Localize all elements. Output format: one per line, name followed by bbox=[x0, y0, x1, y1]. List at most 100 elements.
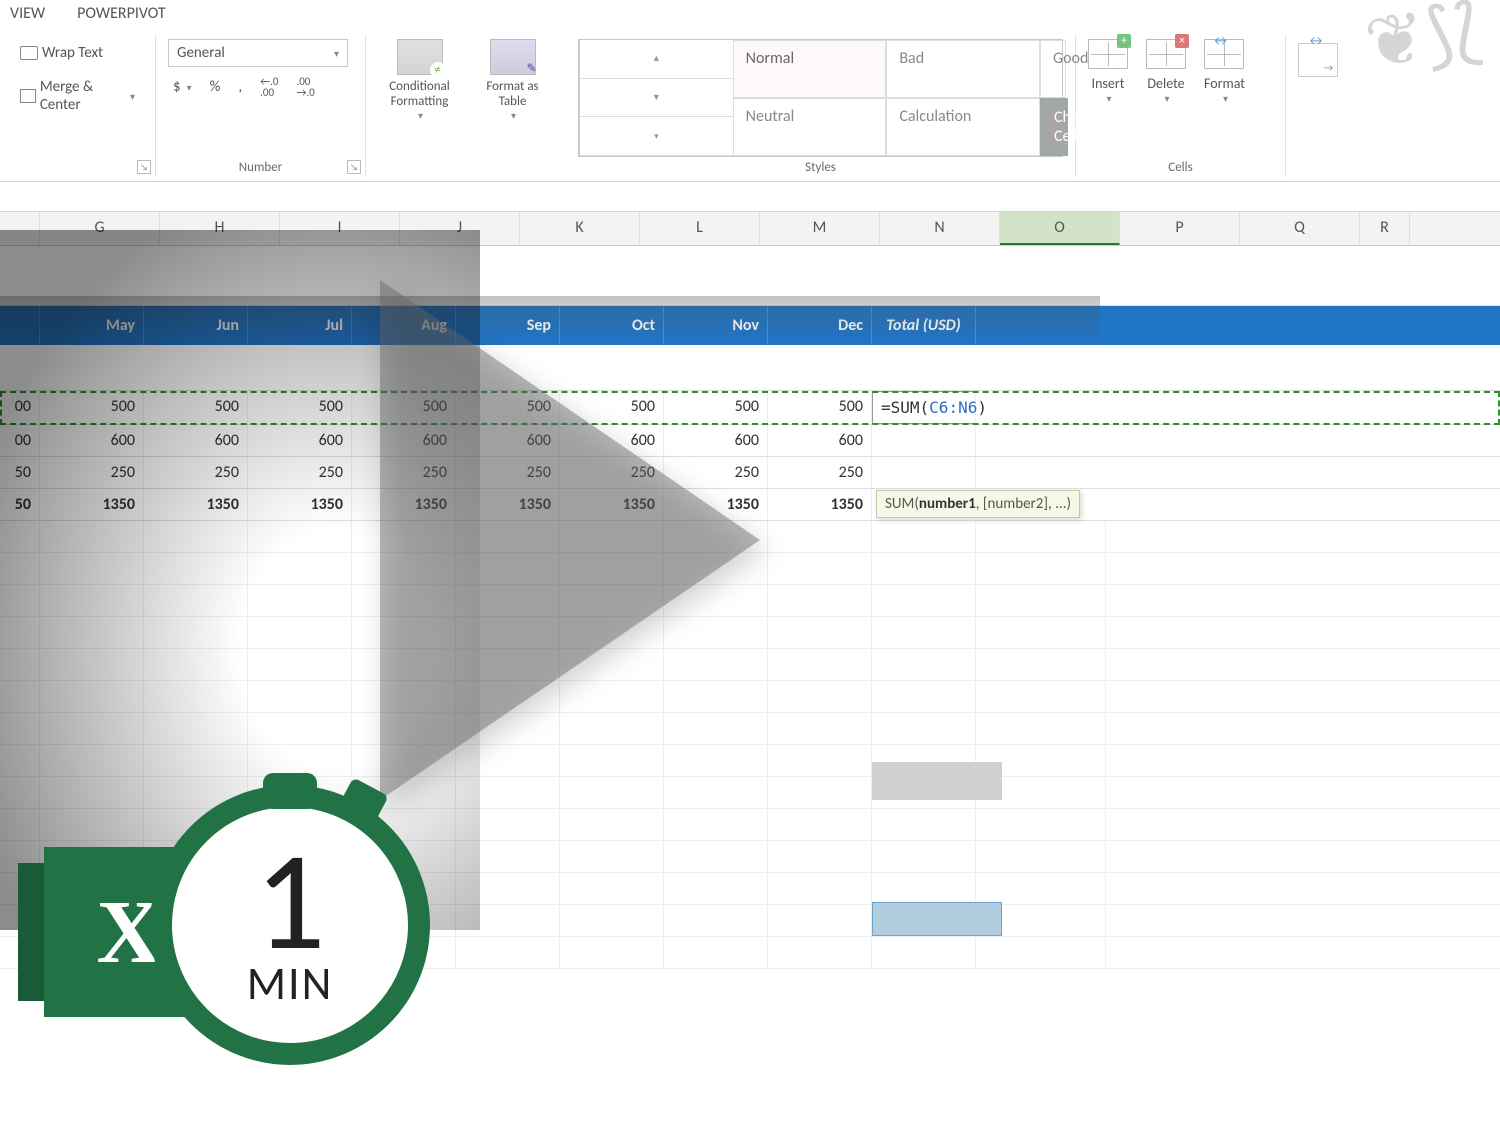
format-as-table-button[interactable]: Format as Table ▾ bbox=[471, 39, 554, 157]
formula-bar[interactable] bbox=[0, 182, 1500, 212]
number-format-value: General bbox=[177, 44, 225, 62]
merge-center-label: Merge & Center bbox=[40, 78, 124, 114]
delete-button[interactable]: Delete ▾ bbox=[1146, 39, 1186, 157]
formula-prefix: =SUM( bbox=[881, 398, 929, 417]
style-bad[interactable]: Bad bbox=[886, 40, 1040, 98]
number-dialog-launcher[interactable]: ↘ bbox=[347, 160, 361, 174]
cell[interactable]: 600 bbox=[40, 425, 144, 456]
cell[interactable]: 250 bbox=[40, 457, 144, 488]
wrap-text-button[interactable]: Wrap Text bbox=[12, 39, 111, 67]
chevron-down-icon: ▾ bbox=[1223, 92, 1228, 105]
style-check-cell[interactable]: Check Cell bbox=[1040, 98, 1068, 156]
cell[interactable] bbox=[872, 425, 976, 456]
cell[interactable]: 250 bbox=[768, 457, 872, 488]
style-normal[interactable]: Normal bbox=[733, 40, 887, 98]
styles-group: Normal Bad Good ▲ ▼ ▾ Neutral Calculatio… bbox=[566, 35, 1076, 177]
decrease-decimal-button[interactable]: .00→.0 bbox=[291, 73, 319, 101]
comma-button[interactable]: , bbox=[233, 75, 247, 99]
alignment-dialog-launcher[interactable]: ↘ bbox=[137, 160, 151, 174]
function-tooltip: SUM(number1, [number2], ...) bbox=[876, 490, 1080, 518]
cell[interactable]: 600 bbox=[768, 425, 872, 456]
tooltip-rest: , [number2], ...) bbox=[976, 495, 1071, 513]
format-button[interactable]: Format ▾ bbox=[1204, 39, 1245, 157]
col-header-P[interactable]: P bbox=[1120, 212, 1240, 245]
col-header-O[interactable]: O bbox=[1000, 212, 1120, 245]
chevron-down-icon: ▾ bbox=[187, 81, 192, 94]
tab-powerpivot[interactable]: POWERPIVOT bbox=[77, 4, 166, 23]
styles-scroll[interactable]: ▲ ▼ ▾ bbox=[579, 40, 733, 156]
cell[interactable]: 1350 bbox=[40, 489, 144, 520]
increase-decimal-button[interactable]: ←.0.00 bbox=[255, 73, 283, 101]
col-header-N[interactable]: N bbox=[880, 212, 1000, 245]
styles-scroll-up[interactable]: ▲ bbox=[580, 40, 733, 79]
insert-button[interactable]: Insert ▾ bbox=[1088, 39, 1128, 157]
style-neutral[interactable]: Neutral bbox=[733, 98, 887, 156]
percent-button[interactable]: % bbox=[205, 75, 226, 99]
styles-scroll-down[interactable]: ▼ bbox=[580, 79, 733, 118]
col-header-blank[interactable] bbox=[0, 212, 40, 245]
autosum-icon[interactable] bbox=[1298, 43, 1338, 77]
cell[interactable]: 500 bbox=[40, 391, 144, 424]
cell[interactable]: 1350 bbox=[768, 489, 872, 520]
currency-label: $ bbox=[173, 78, 181, 96]
cell[interactable]: 1350 bbox=[144, 489, 248, 520]
comma-label: , bbox=[238, 78, 242, 96]
timer-number: 1 bbox=[255, 838, 326, 964]
tab-view[interactable]: VIEW bbox=[10, 4, 45, 23]
editing-group bbox=[1286, 35, 1356, 177]
cell[interactable]: 250 bbox=[248, 457, 352, 488]
cell[interactable]: 50 bbox=[0, 489, 40, 520]
currency-button[interactable]: $▾ bbox=[168, 75, 197, 99]
cell[interactable]: 1350 bbox=[248, 489, 352, 520]
col-header-H[interactable]: H bbox=[160, 212, 280, 245]
cell[interactable]: 600 bbox=[144, 425, 248, 456]
cell-styles-gallery[interactable]: Normal Bad Good ▲ ▼ ▾ Neutral Calculatio… bbox=[578, 39, 1063, 157]
cell[interactable]: 00 bbox=[0, 391, 40, 424]
conditional-formatting-button[interactable]: Conditional Formatting ▾ bbox=[378, 39, 461, 157]
ribbon-tabs: VIEW POWERPIVOT bbox=[0, 0, 1500, 29]
number-format-select[interactable]: General ▾ bbox=[168, 39, 348, 67]
formula-cell[interactable]: =SUM(C6:N6) bbox=[872, 391, 976, 424]
col-header-I[interactable]: I bbox=[280, 212, 400, 245]
tooltip-arg1: number1 bbox=[919, 495, 976, 513]
conditional-formatting-label: Conditional Formatting bbox=[389, 79, 450, 109]
month-may: May bbox=[40, 306, 144, 345]
cell[interactable]: 00 bbox=[0, 425, 40, 456]
cells-group-label: Cells bbox=[1076, 160, 1285, 175]
delete-icon bbox=[1146, 39, 1186, 69]
col-header-K[interactable]: K bbox=[520, 212, 640, 245]
chevron-down-icon: ▾ bbox=[1106, 92, 1111, 105]
chevron-down-icon: ▾ bbox=[130, 90, 135, 103]
col-header-G[interactable]: G bbox=[40, 212, 160, 245]
play-button-overlay[interactable] bbox=[380, 280, 760, 800]
cell[interactable] bbox=[872, 457, 976, 488]
column-headers: G H I J K L M N O P Q R bbox=[0, 212, 1500, 246]
month-header-blank bbox=[0, 306, 40, 345]
cell[interactable]: 50 bbox=[0, 457, 40, 488]
timer-badge: 1 MIN bbox=[150, 785, 430, 1065]
conditional-formatting-icon bbox=[397, 39, 443, 75]
col-header-Q[interactable]: Q bbox=[1240, 212, 1360, 245]
month-dec: Dec bbox=[768, 306, 872, 345]
style-good[interactable]: Good bbox=[1040, 40, 1066, 98]
cell[interactable]: 500 bbox=[768, 391, 872, 424]
cell[interactable]: 600 bbox=[248, 425, 352, 456]
styles-scroll-more[interactable]: ▾ bbox=[580, 117, 733, 156]
number-group: General ▾ $▾ % , ←.0.00 .00→.0 Number ↘ bbox=[156, 35, 366, 177]
col-header-J[interactable]: J bbox=[400, 212, 520, 245]
cell[interactable]: 500 bbox=[144, 391, 248, 424]
cells-group: Insert ▾ Delete ▾ Format ▾ Cells bbox=[1076, 35, 1286, 177]
styles-group-label: Styles bbox=[566, 160, 1075, 175]
cell[interactable]: 250 bbox=[144, 457, 248, 488]
cell[interactable]: 500 bbox=[248, 391, 352, 424]
col-header-M[interactable]: M bbox=[760, 212, 880, 245]
format-icon bbox=[1204, 39, 1244, 69]
chevron-down-icon: ▾ bbox=[418, 109, 423, 122]
col-header-R[interactable]: R bbox=[1360, 212, 1410, 245]
ribbon: Wrap Text Merge & Center ▾ ↘ General ▾ $… bbox=[0, 29, 1500, 182]
col-header-L[interactable]: L bbox=[640, 212, 760, 245]
style-calculation[interactable]: Calculation bbox=[886, 98, 1040, 156]
formula-suffix: ) bbox=[977, 398, 987, 417]
merge-center-button[interactable]: Merge & Center ▾ bbox=[12, 73, 143, 119]
formula-ref: C6:N6 bbox=[929, 398, 977, 417]
